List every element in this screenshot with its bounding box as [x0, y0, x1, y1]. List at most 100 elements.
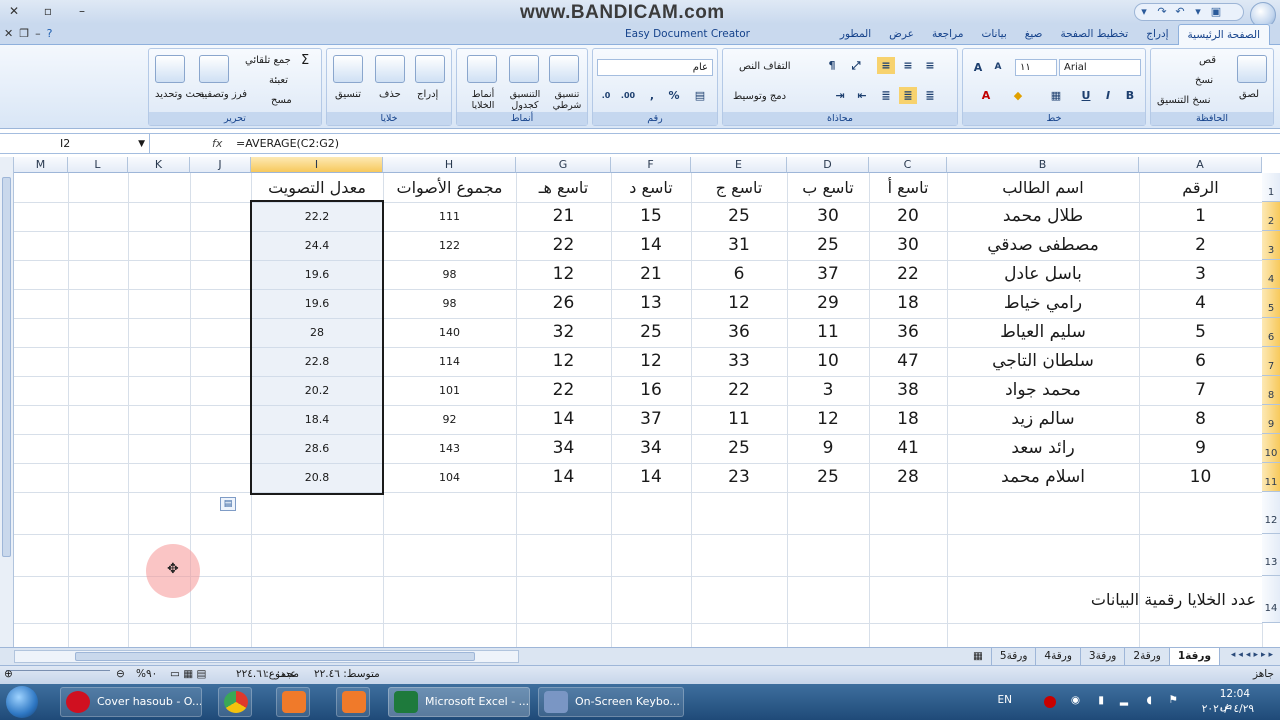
cell-a10[interactable]: 9 — [1139, 434, 1262, 463]
align-right-icon[interactable]: ≣ — [921, 87, 939, 104]
minimize-workbook-icon[interactable]: – — [35, 27, 41, 40]
column-header-a[interactable]: A — [1139, 157, 1262, 173]
help-icon[interactable]: ? — [47, 27, 53, 40]
save-icon[interactable]: ▣ — [1207, 4, 1225, 20]
column-header-i[interactable]: I — [251, 157, 383, 173]
tab-data[interactable]: بيانات — [972, 24, 1015, 45]
font-color-icon[interactable]: A — [977, 87, 995, 104]
maximize-window-button[interactable]: ▫ — [38, 2, 58, 20]
format-painter-button[interactable]: نسخ التنسيق — [1157, 95, 1210, 106]
cell-h2[interactable]: 111 — [383, 202, 516, 231]
cell-g6[interactable]: 32 — [516, 318, 611, 347]
cell-g4[interactable]: 12 — [516, 260, 611, 289]
row-header-14[interactable]: 14 — [1262, 576, 1280, 623]
cell-a11[interactable]: 10 — [1139, 463, 1262, 492]
fill-button[interactable]: تعبئة — [269, 75, 288, 86]
align-bottom-icon[interactable]: ≡ — [877, 57, 895, 74]
cell-a5[interactable]: 4 — [1139, 289, 1262, 318]
fill-color-icon[interactable]: ◆ — [1009, 87, 1027, 104]
sheet-tab-3[interactable]: ورقة3 — [1081, 648, 1126, 665]
increase-decimal-icon[interactable]: .00 — [619, 87, 637, 104]
horizontal-scroll-thumb[interactable] — [75, 652, 475, 661]
cell-c5[interactable]: 18 — [869, 289, 947, 318]
cell-f6[interactable]: 25 — [611, 318, 691, 347]
column-header-e[interactable]: E — [691, 157, 787, 173]
cell-b14-note[interactable]: عدد الخلايا رقمية البيانات — [1000, 576, 1262, 623]
zoom-slider[interactable] — [6, 670, 110, 682]
header-cell-c[interactable]: تاسع أ — [869, 173, 947, 202]
cell-e8[interactable]: 22 — [691, 376, 787, 405]
row-header-2[interactable]: 2 — [1262, 202, 1280, 231]
autosum-button[interactable]: جمع تلقائي — [245, 55, 291, 66]
cell-d7[interactable]: 10 — [787, 347, 869, 376]
tab-review[interactable]: مراجعة — [923, 24, 973, 45]
cell-c7[interactable]: 47 — [869, 347, 947, 376]
cell-c2[interactable]: 20 — [869, 202, 947, 231]
cell-d6[interactable]: 11 — [787, 318, 869, 347]
cell-a7[interactable]: 6 — [1139, 347, 1262, 376]
cell-d8[interactable]: 3 — [787, 376, 869, 405]
cell-b3[interactable]: مصطفى صدقي — [947, 231, 1139, 260]
cell-a9[interactable]: 8 — [1139, 405, 1262, 434]
row-header-9[interactable]: 9 — [1262, 405, 1280, 434]
sheet-tab-1[interactable]: ورقة1 — [1169, 648, 1220, 665]
rtl-direction-icon[interactable]: ¶ — [823, 57, 841, 74]
find-select-icon[interactable] — [155, 55, 185, 83]
row-header-11[interactable]: 11 — [1262, 463, 1280, 492]
font-name-select[interactable]: Arial — [1059, 59, 1141, 76]
vertical-scrollbar[interactable] — [0, 157, 14, 647]
cell-c3[interactable]: 30 — [869, 231, 947, 260]
italic-button[interactable]: I — [1099, 87, 1117, 104]
insert-function-button[interactable]: fx — [212, 134, 222, 154]
paste-button[interactable]: لصق — [1239, 89, 1259, 100]
column-header-h[interactable]: H — [383, 157, 516, 173]
cell-f4[interactable]: 21 — [611, 260, 691, 289]
tab-page-layout[interactable]: تخطيط الصفحة — [1051, 24, 1137, 45]
insert-sheet-icon[interactable]: ▦ — [965, 648, 992, 665]
cell-c8[interactable]: 38 — [869, 376, 947, 405]
accounting-format-icon[interactable]: ▤ — [691, 87, 709, 104]
cell-g3[interactable]: 22 — [516, 231, 611, 260]
zoom-in-icon[interactable]: ⊕ — [4, 668, 13, 680]
cell-g11[interactable]: 14 — [516, 463, 611, 492]
cell-h5[interactable]: 98 — [383, 289, 516, 318]
cell-c11[interactable]: 28 — [869, 463, 947, 492]
row-header-3[interactable]: 3 — [1262, 231, 1280, 260]
taskbar-osk[interactable]: On-Screen Keybo... — [538, 687, 684, 717]
row-header-7[interactable]: 7 — [1262, 347, 1280, 376]
row-header-12[interactable]: 12 — [1262, 492, 1280, 534]
cell-e5[interactable]: 12 — [691, 289, 787, 318]
cell-e7[interactable]: 33 — [691, 347, 787, 376]
cell-g7[interactable]: 12 — [516, 347, 611, 376]
cell-e9[interactable]: 11 — [691, 405, 787, 434]
header-cell-i[interactable]: معدل التصويت — [251, 173, 383, 202]
tab-view[interactable]: عرض — [880, 24, 923, 45]
worksheet-grid[interactable]: M L K J I H G F E D C B A 1 2 3 4 5 6 7 8 9 10 11 12 13 14 الرقم اسم… — [0, 157, 1280, 647]
column-header-j[interactable]: J — [190, 157, 251, 173]
row-header-4[interactable]: 4 — [1262, 260, 1280, 289]
column-header-f[interactable]: F — [611, 157, 691, 173]
align-center-icon[interactable]: ≣ — [899, 87, 917, 104]
battery-icon[interactable]: ▮ — [1098, 694, 1104, 706]
conditional-formatting-icon[interactable] — [549, 55, 579, 83]
row-header-1[interactable]: 1 — [1262, 173, 1280, 202]
cell-c10[interactable]: 41 — [869, 434, 947, 463]
volume-icon[interactable]: ◖ — [1146, 694, 1152, 706]
paste-options-icon[interactable]: ▤ — [220, 497, 236, 511]
column-header-k[interactable]: K — [128, 157, 190, 173]
format-cells-button[interactable]: تنسيق — [335, 89, 361, 100]
cell-d4[interactable]: 37 — [787, 260, 869, 289]
sheet-tab-2[interactable]: ورقة2 — [1125, 648, 1170, 665]
header-cell-f[interactable]: تاسع د — [611, 173, 691, 202]
cell-b8[interactable]: محمد جواد — [947, 376, 1139, 405]
cell-d3[interactable]: 25 — [787, 231, 869, 260]
flag-icon[interactable]: ⚑ — [1169, 694, 1178, 706]
increase-indent-icon[interactable]: ⇥ — [831, 87, 849, 104]
cell-a8[interactable]: 7 — [1139, 376, 1262, 405]
cell-styles-icon[interactable] — [467, 55, 497, 83]
sort-filter-button[interactable]: فرز وتصفية — [199, 89, 247, 100]
header-cell-g[interactable]: تاسع هـ — [516, 173, 611, 202]
cell-d5[interactable]: 29 — [787, 289, 869, 318]
insert-cells-icon[interactable] — [415, 55, 445, 83]
align-left-icon[interactable]: ≣ — [877, 87, 895, 104]
